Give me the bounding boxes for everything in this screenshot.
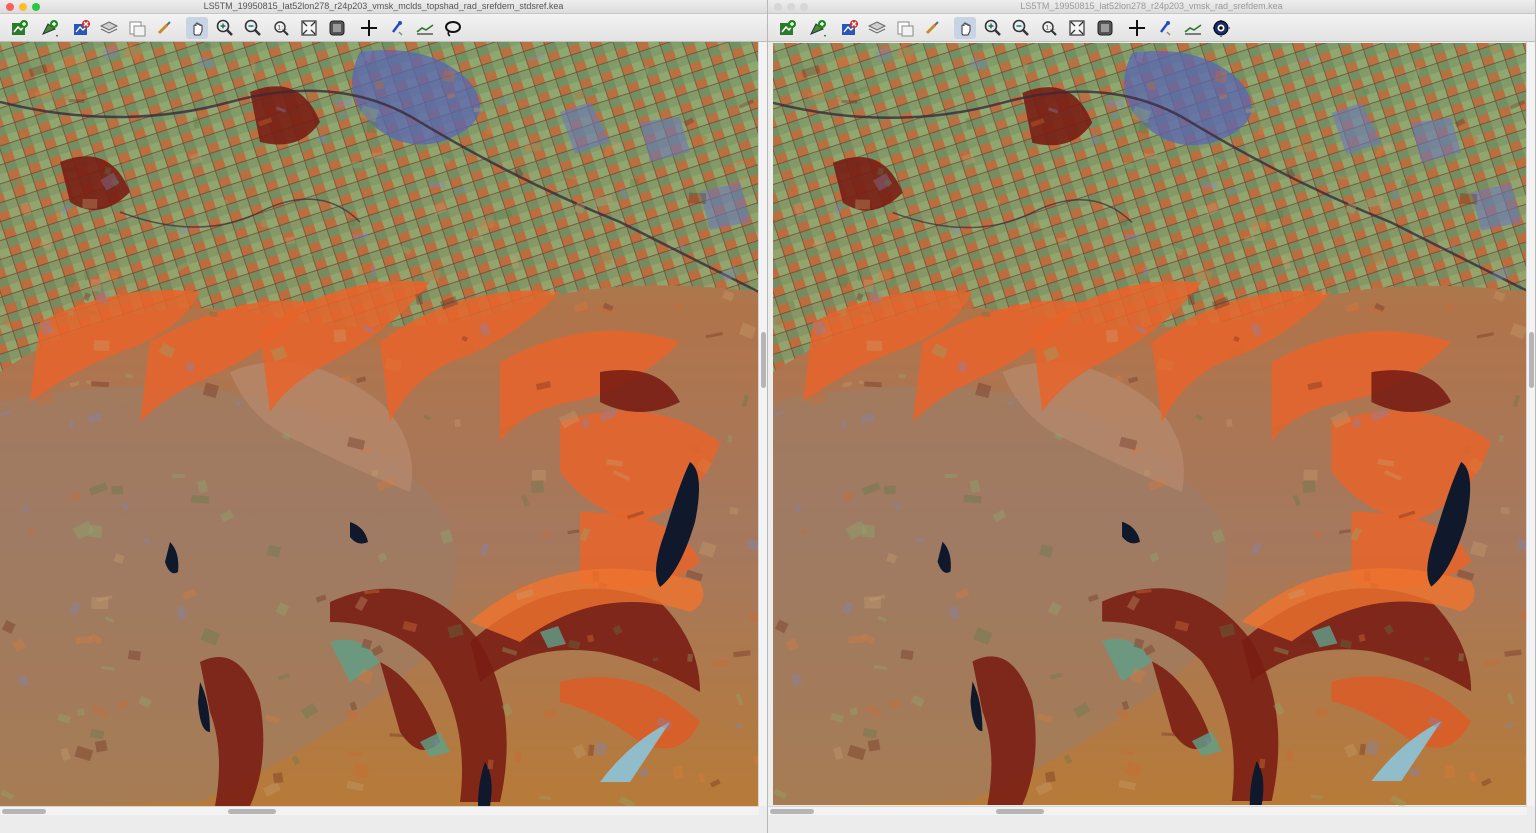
remove-layer-button[interactable] — [70, 17, 92, 39]
new-window-button[interactable] — [126, 17, 148, 39]
viewer-window-left: LS5TM_19950815_lat52lon278_r24p203_vmsk_… — [0, 0, 768, 833]
horizontal-scroll-thumb[interactable] — [228, 809, 276, 814]
vertical-scrollbar[interactable] — [1526, 42, 1535, 806]
add-vector-layer-button[interactable] — [806, 17, 828, 39]
query-point-icon — [392, 21, 403, 36]
add-vector-layer-icon — [809, 20, 826, 37]
horizontal-scrollbar[interactable] — [768, 806, 1527, 815]
profile-icon — [1184, 24, 1202, 35]
zoom-out-icon — [1012, 19, 1029, 36]
follow-extent-button[interactable] — [326, 17, 348, 39]
add-vector-layer-button[interactable] — [38, 17, 60, 39]
zoom-native-button[interactable]: 1:1 — [1038, 17, 1060, 39]
follow-extent-icon — [329, 20, 345, 36]
viewer-window-right: LS5TM_19950815_lat52lon278_r24p203_vmsk_… — [768, 0, 1536, 833]
profile-button[interactable] — [414, 17, 436, 39]
vertical-scroll-thumb[interactable] — [761, 332, 766, 388]
zoom-native-icon: 1:1 — [274, 21, 289, 36]
add-layer-icon — [780, 20, 796, 35]
zoom-out-icon — [244, 19, 261, 36]
remove-layer-icon — [74, 20, 90, 35]
cursor-query-icon — [361, 20, 377, 36]
arrange-button[interactable] — [922, 17, 944, 39]
new-window-icon — [129, 21, 146, 37]
desktop: LS5TM_19950815_lat52lon278_r24p203_vmsk_… — [0, 0, 1536, 833]
zoom-in-icon — [984, 19, 1001, 36]
new-window-icon — [897, 21, 914, 37]
zoom-in-button[interactable] — [214, 17, 236, 39]
cursor-query-icon — [1129, 20, 1145, 36]
svg-text:1:1: 1:1 — [1045, 25, 1055, 32]
add-layer-button[interactable] — [776, 17, 798, 39]
layers-button[interactable] — [866, 17, 888, 39]
zoom-full-extent-button[interactable] — [298, 17, 320, 39]
cursor-query-button[interactable] — [358, 17, 380, 39]
horizontal-scroll-thumb-start — [770, 809, 814, 814]
map-canvas[interactable] — [773, 42, 1530, 806]
arrange-icon — [157, 21, 171, 35]
query-point-icon — [1160, 21, 1171, 36]
horizontal-scroll-thumb[interactable] — [996, 809, 1044, 814]
horizontal-scrollbar[interactable] — [0, 806, 759, 815]
remove-layer-icon — [842, 20, 858, 35]
eye-icon — [1213, 20, 1230, 37]
vertical-scroll-thumb[interactable] — [1529, 332, 1534, 388]
satellite-image — [773, 43, 1530, 806]
follow-extent-button[interactable] — [1094, 17, 1116, 39]
follow-extent-icon — [1097, 20, 1113, 36]
query-point-button[interactable] — [386, 17, 408, 39]
profile-button[interactable] — [1182, 17, 1204, 39]
arrange-icon — [925, 21, 939, 35]
satellite-image — [0, 42, 759, 806]
viewer-toolbar: 1:1 — [768, 14, 1535, 42]
vertical-scrollbar[interactable] — [758, 42, 767, 806]
lasso-select-button[interactable] — [442, 17, 464, 39]
viewer-toolbar: 1:1 — [0, 14, 767, 42]
window-title: LS5TM_19950815_lat52lon278_r24p203_vmsk_… — [1020, 1, 1283, 11]
zoom-out-button[interactable] — [242, 17, 264, 39]
zoom-out-button[interactable] — [1010, 17, 1032, 39]
add-vector-layer-icon — [41, 20, 58, 37]
eye-button[interactable] — [1210, 17, 1232, 39]
layers-icon — [867, 21, 887, 34]
add-layer-icon — [12, 20, 28, 35]
map-canvas[interactable] — [0, 42, 759, 806]
zoom-native-button[interactable]: 1:1 — [270, 17, 292, 39]
lasso-select-icon — [445, 21, 461, 37]
layers-button[interactable] — [98, 17, 120, 39]
pan-button[interactable] — [186, 17, 208, 39]
title-bar[interactable]: LS5TM_19950815_lat52lon278_r24p203_vmsk_… — [768, 0, 1535, 14]
svg-text:1:1: 1:1 — [277, 25, 287, 32]
pan-button[interactable] — [954, 17, 976, 39]
status-bar — [768, 815, 1535, 833]
status-bar — [0, 815, 767, 833]
add-layer-button[interactable] — [8, 17, 30, 39]
zoom-full-extent-button[interactable] — [1066, 17, 1088, 39]
query-point-button[interactable] — [1154, 17, 1176, 39]
pan-icon — [961, 22, 971, 36]
zoom-in-button[interactable] — [982, 17, 1004, 39]
new-window-button[interactable] — [894, 17, 916, 39]
arrange-button[interactable] — [154, 17, 176, 39]
horizontal-scroll-thumb-start — [2, 809, 46, 814]
zoom-full-extent-icon — [301, 20, 317, 36]
title-bar[interactable]: LS5TM_19950815_lat52lon278_r24p203_vmsk_… — [0, 0, 767, 14]
pan-icon — [193, 22, 203, 36]
layers-icon — [99, 21, 119, 34]
zoom-full-extent-icon — [1069, 20, 1085, 36]
cursor-query-button[interactable] — [1126, 17, 1148, 39]
profile-icon — [416, 24, 434, 35]
remove-layer-button[interactable] — [838, 17, 860, 39]
zoom-native-icon: 1:1 — [1042, 21, 1057, 36]
zoom-in-icon — [216, 19, 233, 36]
window-title: LS5TM_19950815_lat52lon278_r24p203_vmsk_… — [203, 1, 564, 11]
